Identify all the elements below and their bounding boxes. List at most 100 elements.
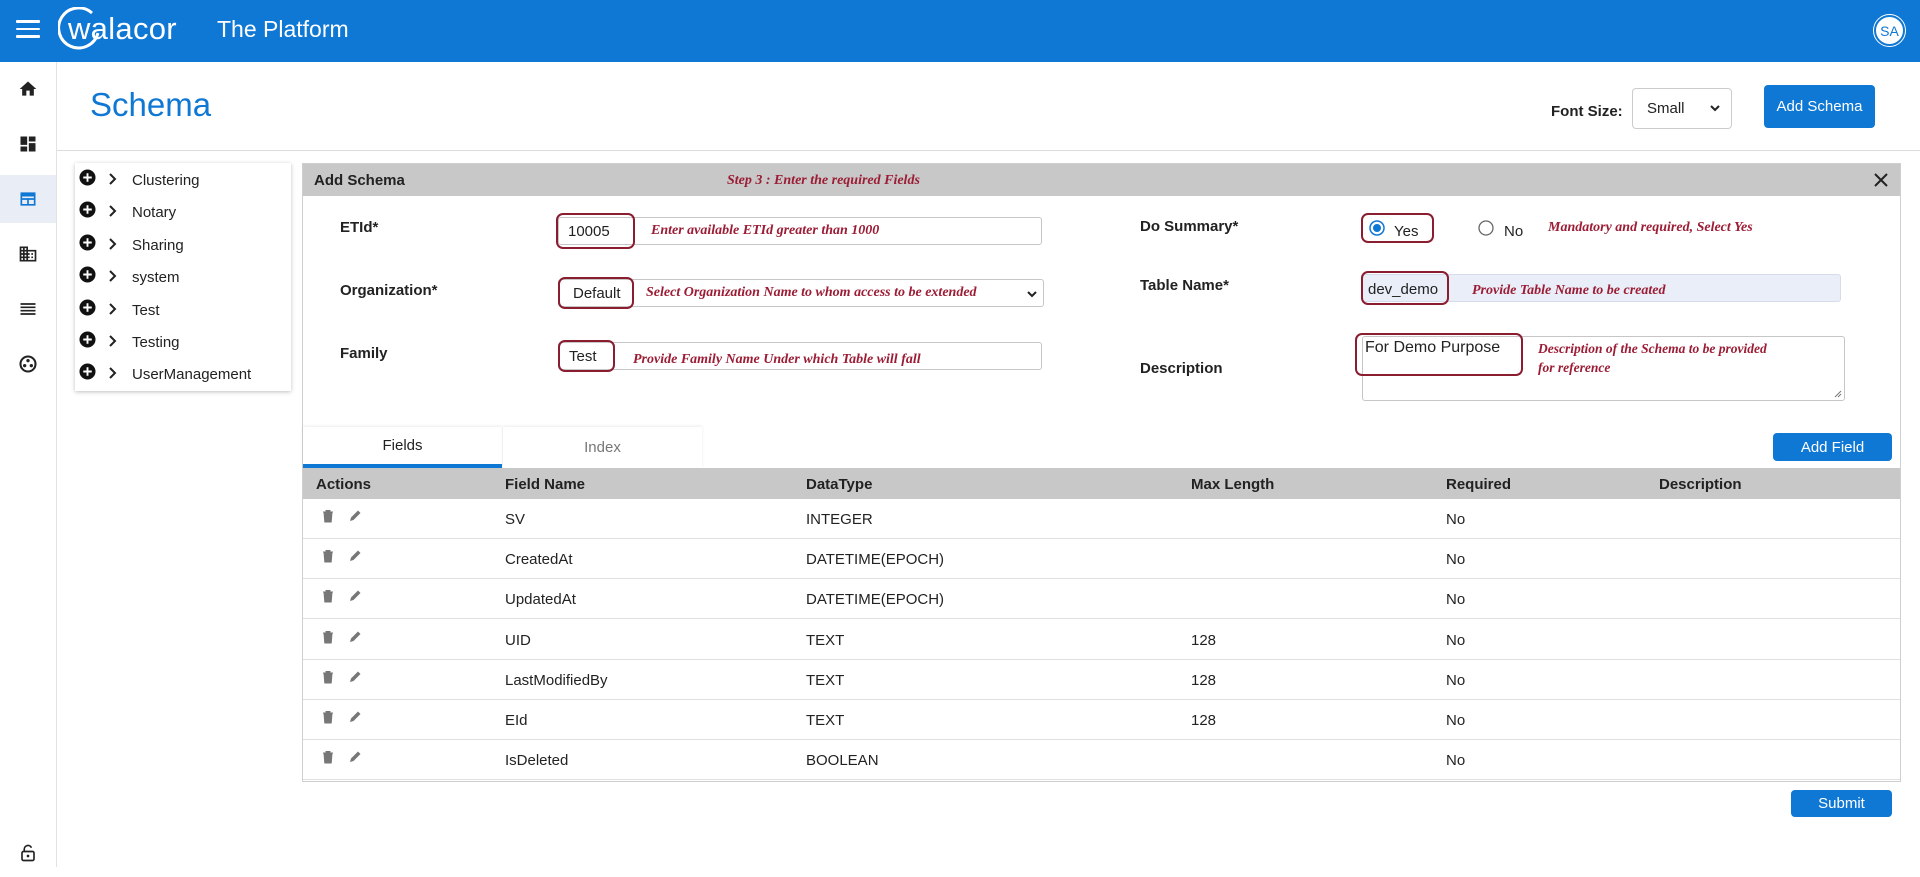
nav-lock[interactable]: [0, 829, 56, 877]
edit-button[interactable]: [348, 630, 362, 649]
edit-icon[interactable]: [348, 589, 362, 603]
chevron-right-icon[interactable]: [108, 238, 118, 250]
add-circle-icon[interactable]: [79, 331, 96, 348]
delete-button[interactable]: [322, 750, 334, 769]
description-value: For Demo Purpose: [1365, 339, 1501, 356]
tab-index[interactable]: Index: [503, 427, 702, 468]
chevron-right-icon[interactable]: [108, 367, 118, 380]
walacor-logo: walacor: [58, 4, 177, 54]
nav-organization[interactable]: [0, 230, 56, 278]
chevron-right-icon[interactable]: [108, 335, 118, 347]
edit-icon[interactable]: [348, 630, 362, 644]
organization-note: Select Organization Name to whom access …: [646, 285, 977, 300]
edit-icon[interactable]: [348, 710, 362, 724]
cell-required: No: [1446, 591, 1466, 609]
col-max-length: Max Length: [1191, 476, 1275, 493]
network-icon: [19, 355, 37, 373]
user-avatar[interactable]: SA: [1873, 14, 1906, 47]
tree-item[interactable]: Sharing: [75, 232, 291, 256]
col-field-name: Field Name: [505, 476, 586, 493]
add-circle-icon[interactable]: [79, 201, 96, 218]
delete-icon[interactable]: [322, 750, 334, 764]
add-circle-icon[interactable]: [79, 363, 96, 380]
cell-datatype: DATETIME(EPOCH): [806, 551, 945, 569]
tree-item[interactable]: Clustering: [75, 167, 291, 191]
edit-icon[interactable]: [348, 509, 362, 523]
tree-item-label: UserManagement: [132, 366, 252, 384]
add-circle-icon[interactable]: [79, 299, 96, 316]
delete-icon[interactable]: [322, 630, 334, 644]
delete-button[interactable]: [322, 589, 334, 608]
submit-button[interactable]: Submit: [1791, 790, 1892, 817]
logo-text: walacor: [68, 11, 177, 46]
delete-icon[interactable]: [322, 670, 334, 684]
description-note-line2: for reference: [1538, 360, 1611, 375]
edit-icon[interactable]: [348, 750, 362, 764]
font-size-select[interactable]: Small: [1632, 88, 1732, 129]
edit-icon[interactable]: [348, 670, 362, 684]
tree-item[interactable]: Notary: [75, 199, 291, 223]
tree-item[interactable]: Test: [75, 297, 291, 321]
edit-button[interactable]: [348, 549, 362, 568]
tree-item-label: Sharing: [132, 236, 184, 254]
add-schema-button[interactable]: Add Schema: [1764, 85, 1875, 128]
cell-field-name: IsDeleted: [505, 752, 569, 770]
cell-datatype: BOOLEAN: [806, 752, 879, 770]
delete-button[interactable]: [322, 630, 334, 649]
add-field-button[interactable]: Add Field: [1773, 433, 1892, 461]
nav-list[interactable]: [0, 285, 56, 333]
nav-network[interactable]: [0, 340, 56, 388]
table-row: LastModifiedBy TEXT 128 No: [303, 659, 1900, 700]
chevron-right-icon[interactable]: [108, 270, 118, 282]
nav-home[interactable]: [0, 65, 56, 113]
chevron-right-icon[interactable]: [108, 302, 118, 315]
resize-handle-icon[interactable]: [1832, 388, 1842, 398]
font-size-label: Font Size:: [1551, 103, 1623, 120]
yes-radio[interactable]: [1369, 220, 1385, 236]
family-label: Family: [340, 345, 388, 362]
edit-icon[interactable]: [348, 549, 362, 563]
cell-field-name: CreatedAt: [505, 551, 573, 569]
app-title: The Platform: [217, 16, 349, 42]
delete-icon[interactable]: [322, 509, 334, 523]
table-name-label: Table Name*: [1140, 277, 1229, 294]
delete-button[interactable]: [322, 549, 334, 568]
table-name-value: dev_demo: [1368, 281, 1439, 298]
table-row: UpdatedAt DATETIME(EPOCH) No: [303, 579, 1900, 620]
edit-button[interactable]: [348, 589, 362, 608]
close-icon[interactable]: [1874, 173, 1888, 187]
nav-dashboard[interactable]: [0, 120, 56, 168]
delete-icon[interactable]: [322, 589, 334, 603]
chevron-right-icon[interactable]: [108, 173, 118, 185]
no-radio[interactable]: [1478, 220, 1494, 236]
cell-max-length: 128: [1191, 631, 1217, 649]
edit-button[interactable]: [348, 750, 362, 769]
edit-button[interactable]: [348, 670, 362, 689]
tree-item[interactable]: system: [75, 264, 291, 288]
list-icon: [20, 303, 36, 315]
delete-icon[interactable]: [322, 549, 334, 563]
etid-value: 10005: [568, 223, 610, 240]
delete-button[interactable]: [322, 670, 334, 689]
organization-value: Default: [573, 285, 621, 302]
nav-schema[interactable]: [0, 175, 56, 223]
cell-max-length: 128: [1191, 712, 1217, 729]
add-circle-icon[interactable]: [79, 169, 96, 186]
delete-icon[interactable]: [322, 710, 334, 724]
tree-item[interactable]: UserManagement: [75, 361, 291, 385]
add-circle-icon[interactable]: [79, 266, 96, 283]
delete-button[interactable]: [322, 509, 334, 528]
delete-button[interactable]: [322, 710, 334, 729]
menu-icon[interactable]: [16, 20, 40, 38]
edit-button[interactable]: [348, 509, 362, 528]
tab-fields[interactable]: Fields: [303, 427, 502, 468]
table-row: EId TEXT 128 No: [303, 700, 1900, 740]
table-row: IsDeleted BOOLEAN No: [303, 740, 1900, 781]
tree-item[interactable]: Testing: [75, 329, 291, 353]
chevron-right-icon[interactable]: [108, 205, 118, 218]
cell-required: No: [1446, 511, 1466, 528]
add-circle-icon[interactable]: [79, 234, 96, 251]
edit-button[interactable]: [348, 710, 362, 729]
dashboard-icon: [20, 136, 36, 152]
chevron-down-icon: [1710, 105, 1720, 112]
